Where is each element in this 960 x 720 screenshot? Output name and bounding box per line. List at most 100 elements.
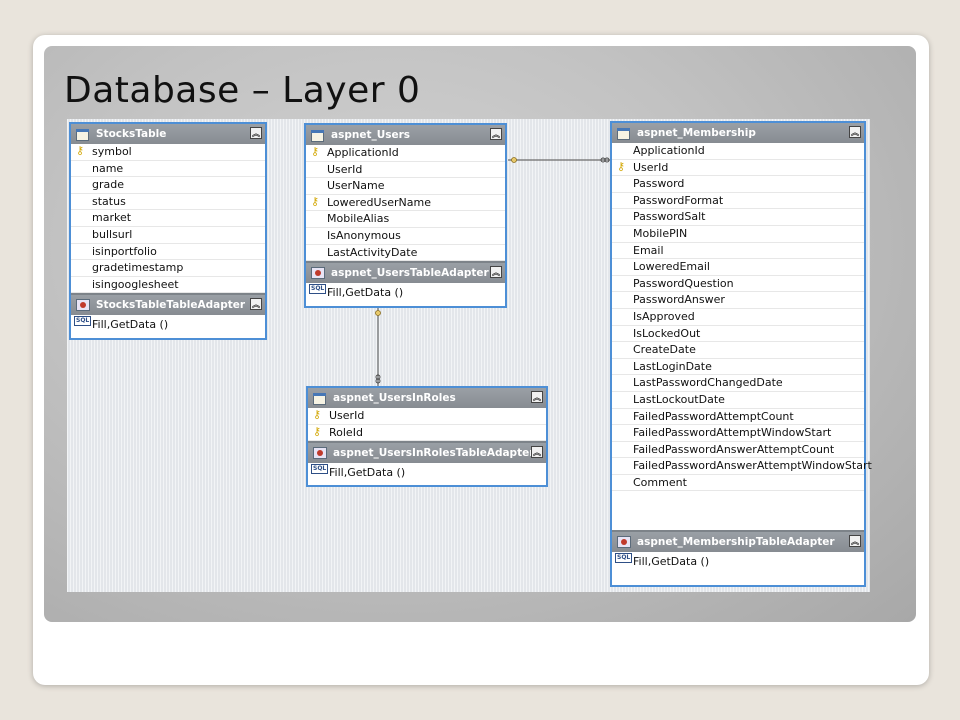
field-name: CreateDate — [633, 343, 696, 357]
field-name: bullsurl — [92, 227, 133, 241]
table-aspnet-membership[interactable]: aspnet_Membership ︽ ApplicationId ⚷ UserId… — [610, 121, 872, 587]
table-field[interactable]: gradetimestamp — [71, 260, 265, 277]
table-header[interactable]: StocksTable ︽ — [71, 124, 265, 144]
table-field[interactable]: ⚷ RoleId — [308, 425, 546, 442]
table-field[interactable]: Password — [612, 176, 864, 193]
table-field[interactable]: name — [71, 161, 265, 178]
key-icon: ⚷ — [313, 424, 322, 438]
table-field[interactable]: isinportfolio — [71, 244, 265, 261]
adapter-method[interactable]: SQL Fill,GetData () — [71, 315, 265, 335]
field-name: isingooglesheet — [92, 277, 179, 291]
collapse-chevron-icon[interactable]: ︽ — [531, 391, 543, 403]
table-field[interactable]: MobileAlias — [306, 211, 505, 228]
table-aspnet-usersinroles[interactable]: aspnet_UsersInRoles ︽ ⚷ UserId ⚷ RoleId asp… — [306, 386, 548, 487]
method-label: Fill,GetData () — [329, 466, 406, 480]
method-label: Fill,GetData () — [327, 286, 404, 300]
table-adapter-header[interactable]: aspnet_MembershipTableAdapter ︽ — [612, 530, 864, 553]
field-name: PasswordSalt — [633, 210, 706, 224]
collapse-chevron-icon[interactable]: ︽ — [531, 446, 543, 459]
table-icon — [617, 127, 631, 140]
table-field[interactable]: LoweredEmail — [612, 259, 864, 276]
table-field[interactable]: FailedPasswordAnswerAttemptCount — [612, 442, 864, 459]
table-field[interactable]: UserId — [306, 162, 505, 179]
table-adapter-header[interactable]: aspnet_UsersInRolesTableAdapter ︽ — [308, 441, 546, 464]
collapse-chevron-icon[interactable]: ︽ — [849, 126, 861, 138]
table-adapter-header[interactable]: StocksTableTableAdapter ︽ — [71, 293, 265, 316]
table-field[interactable]: FailedPasswordAttemptWindowStart — [612, 425, 864, 442]
key-icon: ⚷ — [311, 194, 320, 208]
collapse-chevron-icon[interactable]: ︽ — [250, 127, 262, 139]
adapter-method[interactable]: SQL Fill,GetData () — [306, 283, 505, 303]
field-name: LastLockoutDate — [633, 392, 725, 406]
table-field[interactable]: IsLockedOut — [612, 326, 864, 343]
table-adapter-icon — [617, 536, 631, 549]
field-name: FailedPasswordAttemptWindowStart — [633, 426, 832, 440]
table-header[interactable]: aspnet_Membership ︽ — [612, 123, 864, 143]
field-name: FailedPasswordAnswerAttemptCount — [633, 442, 835, 456]
table-header[interactable]: aspnet_UsersInRoles ︽ — [308, 388, 546, 408]
field-name: grade — [92, 178, 124, 192]
collapse-chevron-icon[interactable]: ︽ — [849, 535, 861, 548]
collapse-chevron-icon[interactable]: ︽ — [490, 266, 502, 279]
table-field[interactable]: FailedPasswordAttemptCount — [612, 409, 864, 426]
table-name: aspnet_Membership — [637, 127, 756, 139]
table-field[interactable]: CreateDate — [612, 342, 864, 359]
table-field[interactable]: LastActivityDate — [306, 245, 505, 262]
table-field[interactable]: UserName — [306, 178, 505, 195]
field-name: PasswordAnswer — [633, 293, 725, 307]
table-field[interactable]: ⚷ UserId — [612, 160, 864, 177]
table-field[interactable]: ApplicationId — [612, 143, 864, 160]
field-name: MobilePIN — [633, 226, 688, 240]
table-aspnet-users[interactable]: aspnet_Users ︽ ⚷ ApplicationId UserId UserN… — [304, 123, 507, 308]
table-field[interactable]: LastPasswordChangedDate — [612, 375, 864, 392]
field-name: RoleId — [329, 425, 363, 439]
field-name: IsApproved — [633, 309, 695, 323]
field-name: LastLoginDate — [633, 359, 712, 373]
table-field[interactable]: ⚷ LoweredUserName — [306, 195, 505, 212]
field-name: gradetimestamp — [92, 261, 184, 275]
collapse-chevron-icon[interactable]: ︽ — [490, 128, 502, 140]
adapter-method[interactable]: SQL Fill,GetData () — [308, 463, 546, 483]
table-field[interactable]: IsAnonymous — [306, 228, 505, 245]
collapse-chevron-icon[interactable]: ︽ — [250, 298, 262, 311]
table-field[interactable]: PasswordQuestion — [612, 276, 864, 293]
table-field[interactable]: Comment — [612, 475, 864, 492]
table-field[interactable]: LastLockoutDate — [612, 392, 864, 409]
table-header[interactable]: aspnet_Users ︽ — [306, 125, 505, 145]
table-field[interactable]: PasswordFormat — [612, 193, 864, 210]
table-field[interactable]: PasswordSalt — [612, 209, 864, 226]
field-name: Comment — [633, 475, 687, 489]
field-name: Email — [633, 243, 664, 257]
table-field[interactable]: isingooglesheet — [71, 277, 265, 294]
field-name: Password — [633, 177, 685, 191]
field-name: PasswordFormat — [633, 193, 724, 207]
table-icon — [76, 128, 90, 141]
field-name: UserId — [633, 160, 669, 174]
adapter-name: aspnet_MembershipTableAdapter — [637, 536, 835, 549]
adapter-method[interactable]: SQL Fill,GetData () — [612, 552, 864, 572]
field-name: ApplicationId — [327, 146, 399, 159]
table-name: aspnet_UsersInRoles — [333, 392, 456, 404]
table-field[interactable]: bullsurl — [71, 227, 265, 244]
sql-query-icon: SQL — [74, 316, 92, 327]
table-field[interactable]: market — [71, 210, 265, 227]
table-field[interactable]: Email — [612, 243, 864, 260]
table-field[interactable]: ⚷ UserId — [308, 408, 546, 425]
field-name: PasswordQuestion — [633, 276, 734, 290]
table-field[interactable]: ⚷ symbol — [71, 144, 265, 161]
table-field[interactable]: IsApproved — [612, 309, 864, 326]
table-field[interactable]: ⚷ ApplicationId — [306, 145, 505, 162]
table-field[interactable]: FailedPasswordAnswerAttemptWindowStart — [612, 458, 872, 475]
table-name: StocksTable — [96, 128, 167, 140]
table-field[interactable]: MobilePIN — [612, 226, 864, 243]
table-icon — [313, 392, 327, 405]
table-field[interactable]: status — [71, 194, 265, 211]
table-field[interactable]: grade — [71, 177, 265, 194]
table-field[interactable]: PasswordAnswer — [612, 292, 864, 309]
adapter-name: aspnet_UsersTableAdapter — [331, 267, 489, 280]
table-field[interactable]: LastLoginDate — [612, 359, 864, 376]
sql-query-icon: SQL — [615, 553, 633, 564]
table-stockstable[interactable]: StocksTable ︽ ⚷ symbol name grade status mark… — [69, 122, 267, 340]
table-adapter-header[interactable]: aspnet_UsersTableAdapter ︽ — [306, 261, 505, 284]
table-adapter-icon — [313, 447, 327, 460]
